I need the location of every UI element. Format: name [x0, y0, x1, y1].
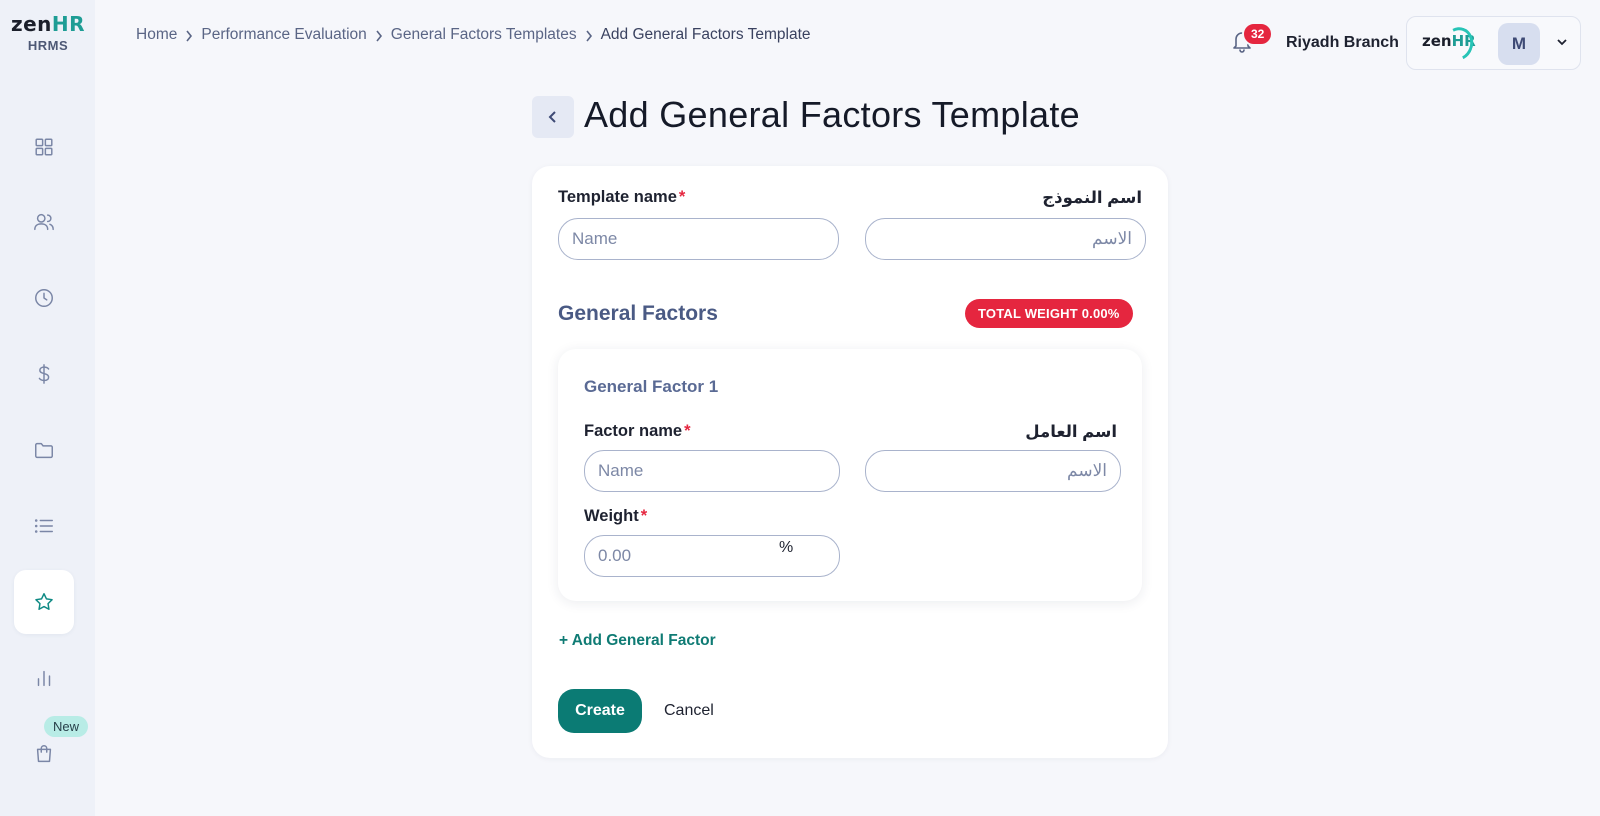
breadcrumb-current: Add General Factors Template [600, 26, 811, 43]
template-name-input-ar[interactable] [865, 218, 1146, 260]
template-name-input[interactable] [558, 218, 839, 260]
list-icon [34, 519, 53, 533]
weight-input[interactable] [584, 535, 840, 577]
factor-name-label-ar: اسم العامل [1025, 423, 1117, 441]
branch-name[interactable]: Riyadh Branch [1286, 34, 1399, 52]
avatar: M [1498, 23, 1540, 65]
template-name-label-ar: اسم النموذج [1042, 189, 1142, 207]
sidebar: zenHR HRMS New [0, 0, 95, 816]
chevron-down-icon [1555, 35, 1569, 49]
general-factor-card: General Factor 1 Factor name * اسم العامل… [558, 349, 1142, 601]
factor-name-label: Factor name * [584, 422, 691, 440]
general-factors-title: General Factors [558, 302, 718, 325]
company-logo-ring [1438, 22, 1478, 66]
form-card: Template name* اسم النموذج General Facto… [532, 166, 1168, 758]
breadcrumb-performance-evaluation[interactable]: Performance Evaluation [201, 26, 366, 44]
back-button[interactable] [532, 96, 574, 138]
bar-chart-icon [37, 670, 51, 687]
create-button[interactable]: Create [558, 689, 642, 733]
logo-wordmark: zenHR [10, 12, 86, 36]
weight-unit: % [779, 539, 794, 556]
dollar-icon [38, 364, 50, 384]
notification-count-badge: 32 [1242, 22, 1274, 46]
logo-subtitle: HRMS [27, 38, 69, 53]
sidebar-item-attendance[interactable] [14, 266, 74, 330]
chevron-right-icon [185, 29, 193, 42]
sidebar-item-employees[interactable] [14, 190, 74, 254]
add-general-factor-link[interactable]: + Add General Factor [559, 632, 716, 650]
clock-icon [35, 289, 53, 307]
account-menu[interactable]: zenHR M [1406, 16, 1581, 70]
template-name-label: Template name * [558, 188, 686, 206]
sidebar-item-performance[interactable] [14, 570, 74, 634]
chevron-right-icon [585, 29, 593, 42]
total-weight-badge: TOTAL WEIGHT 0.00% [965, 299, 1133, 328]
star-icon [35, 593, 53, 610]
breadcrumb-general-factors-templates[interactable]: General Factors Templates [391, 26, 577, 44]
sidebar-item-documents[interactable] [14, 418, 74, 482]
chevron-right-icon [375, 29, 383, 42]
chevron-left-icon [548, 111, 556, 123]
dashboard-icon [35, 138, 53, 156]
breadcrumb-home[interactable]: Home [136, 26, 177, 44]
shopping-bag-icon [36, 745, 52, 763]
sidebar-item-reports[interactable] [14, 646, 74, 710]
users-icon [34, 213, 54, 231]
breadcrumb: Home Performance Evaluation General Fact… [136, 26, 811, 44]
zenhr-logo[interactable]: zenHR HRMS [8, 12, 88, 53]
factor-title: General Factor 1 [584, 377, 719, 396]
sidebar-item-payroll[interactable] [14, 342, 74, 406]
page-title: Add General Factors Template [584, 94, 1080, 135]
sidebar-item-requests[interactable] [14, 494, 74, 558]
folder-icon [35, 442, 53, 459]
cancel-button[interactable]: Cancel [664, 689, 714, 733]
factor-name-input[interactable] [584, 450, 840, 492]
new-badge: New [44, 716, 89, 737]
factor-name-input-ar[interactable] [865, 450, 1121, 492]
weight-label: Weight * [584, 507, 648, 525]
sidebar-item-dashboard[interactable] [14, 115, 74, 179]
